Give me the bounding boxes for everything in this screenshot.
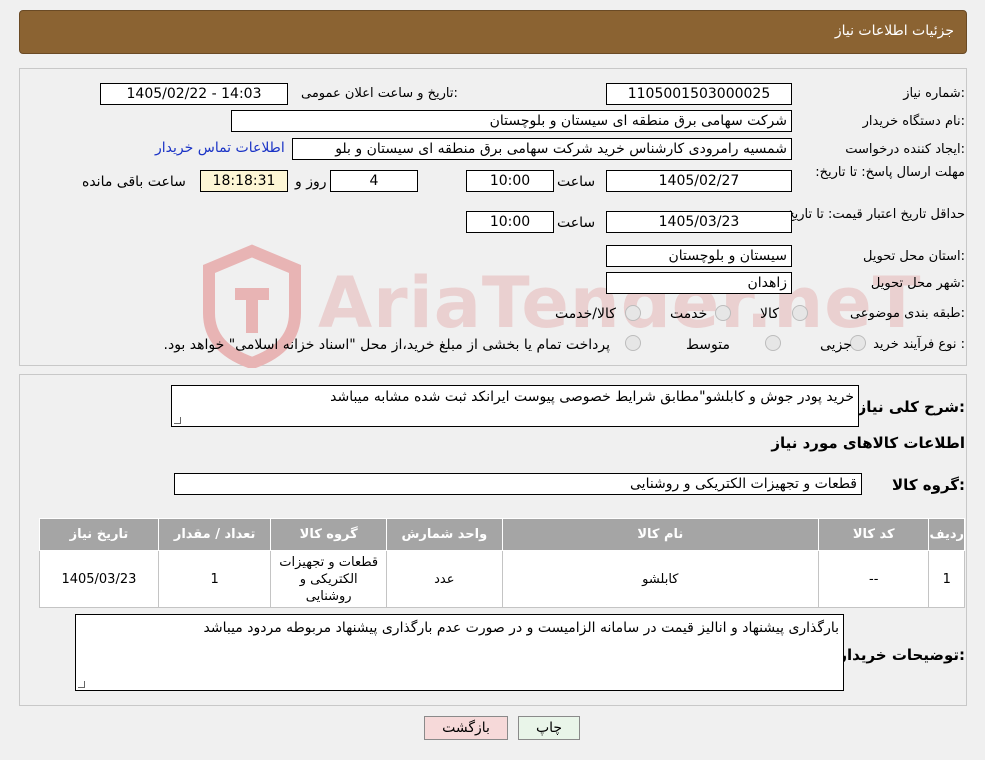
cell-row-number: 1: [928, 550, 965, 608]
province-label: استان محل تحویل:: [863, 249, 965, 264]
process-label: نوع فرآیند خرید :: [873, 337, 965, 352]
city-field: زاهدان: [606, 272, 792, 294]
deadline-time-label: ساعت: [557, 174, 596, 190]
cell-quantity: 1: [157, 550, 272, 608]
announce-date-field: 1405/02/22 - 14:03: [100, 83, 288, 105]
summary-resize-handle[interactable]: [174, 417, 181, 424]
page-header: جزئیات اطلاعات نیاز: [19, 10, 967, 54]
deadline-label: مهلت ارسال پاسخ: تا تاریخ:: [815, 165, 965, 180]
table-row: 1 -- کابلشو عدد قطعات و تجهیزات الکتریکی…: [39, 550, 965, 608]
creator-field: شمسیه رامرودی کارشناس خرید شرکت سهامی بر…: [292, 138, 792, 160]
col-quantity: تعداد / مقدار: [157, 518, 272, 551]
buyer-org-field: شرکت سهامی برق منطقه ای سیستان و بلوچستا…: [231, 110, 792, 132]
remaining-time-field: 18:18:31: [200, 170, 288, 192]
process-radio-minor[interactable]: [850, 335, 866, 351]
col-item-group: گروه کالا: [270, 518, 388, 551]
col-item-code: کد کالا: [817, 518, 930, 551]
category-label: طبقه بندی موضوعی:: [849, 306, 965, 321]
summary-label: شرح کلی نیاز:: [857, 398, 965, 416]
announce-date-label: تاریخ و ساعت اعلان عمومی:: [301, 86, 458, 101]
creator-label: ایجاد کننده درخواست:: [845, 142, 965, 157]
print-button[interactable]: چاپ: [518, 716, 580, 740]
process-radio-medium[interactable]: [765, 335, 781, 351]
cell-item-group: قطعات و تجهیزات الکتریکی و روشنایی: [270, 550, 388, 608]
col-item-name: نام کالا: [501, 518, 820, 551]
validity-time-field: 10:00: [466, 211, 554, 233]
deadline-time-field: 10:00: [466, 170, 554, 192]
remaining-time-label: ساعت باقی مانده: [82, 174, 186, 190]
province-field: سیستان و بلوچستان: [606, 245, 792, 267]
page-title: جزئیات اطلاعات نیاز: [834, 23, 954, 39]
need-number-field: 1105001503000025: [606, 83, 792, 105]
validity-label: حداقل تاریخ اعتبار قیمت: تا تاریخ:: [781, 207, 965, 222]
need-number-label: شماره نیاز:: [903, 86, 965, 101]
category-option-service: خدمت: [670, 306, 708, 322]
category-option-goods: کالا: [760, 306, 779, 322]
days-field: 4: [330, 170, 418, 192]
col-unit: واحد شمارش: [386, 518, 503, 551]
cell-unit: عدد: [386, 550, 503, 608]
process-option-medium: متوسط: [686, 337, 730, 353]
buyer-notes-textarea[interactable]: بارگذاری پیشنهاد و انالیز قیمت در سامانه…: [75, 614, 844, 691]
goods-group-label: گروه کالا:: [892, 476, 965, 494]
buyer-notes-label: توضیحات خریدار:: [838, 646, 965, 664]
category-option-goods-service: کالا/خدمت: [555, 306, 616, 322]
city-label: شهر محل تحویل:: [870, 276, 965, 291]
col-need-date: تاریخ نیاز: [39, 518, 159, 551]
days-label: روز و: [295, 174, 327, 190]
validity-time-label: ساعت: [557, 215, 596, 231]
col-row-number: ردیف: [928, 518, 965, 551]
category-radio-service[interactable]: [715, 305, 731, 321]
cell-need-date: 1405/03/23: [39, 550, 159, 608]
back-button[interactable]: بازگشت: [424, 716, 508, 740]
cell-item-name: کابلشو: [501, 550, 820, 608]
process-radio-treasury[interactable]: [625, 335, 641, 351]
goods-table: ردیف کد کالا نام کالا واحد شمارش گروه کا…: [39, 518, 965, 608]
goods-group-field: قطعات و تجهیزات الکتریکی و روشنایی: [174, 473, 862, 495]
buyer-contact-link[interactable]: اطلاعات تماس خریدار: [155, 140, 285, 156]
process-note: پرداخت تمام یا بخشی از مبلغ خرید،از محل …: [163, 337, 610, 353]
goods-info-title: اطلاعات کالاهای مورد نیاز: [771, 434, 965, 452]
category-radio-goods-service[interactable]: [625, 305, 641, 321]
category-radio-goods[interactable]: [792, 305, 808, 321]
process-option-minor: جزیی: [820, 337, 852, 353]
deadline-date-field: 1405/02/27: [606, 170, 792, 192]
table-header-row: ردیف کد کالا نام کالا واحد شمارش گروه کا…: [39, 518, 965, 551]
cell-item-code: --: [817, 550, 930, 608]
validity-date-field: 1405/03/23: [606, 211, 792, 233]
buyer-org-label: نام دستگاه خریدار:: [862, 114, 965, 129]
summary-textarea[interactable]: خرید پودر جوش و کابلشو"مطابق شرایط خصوصی…: [171, 385, 859, 427]
buyer-notes-resize-handle[interactable]: [78, 681, 85, 688]
